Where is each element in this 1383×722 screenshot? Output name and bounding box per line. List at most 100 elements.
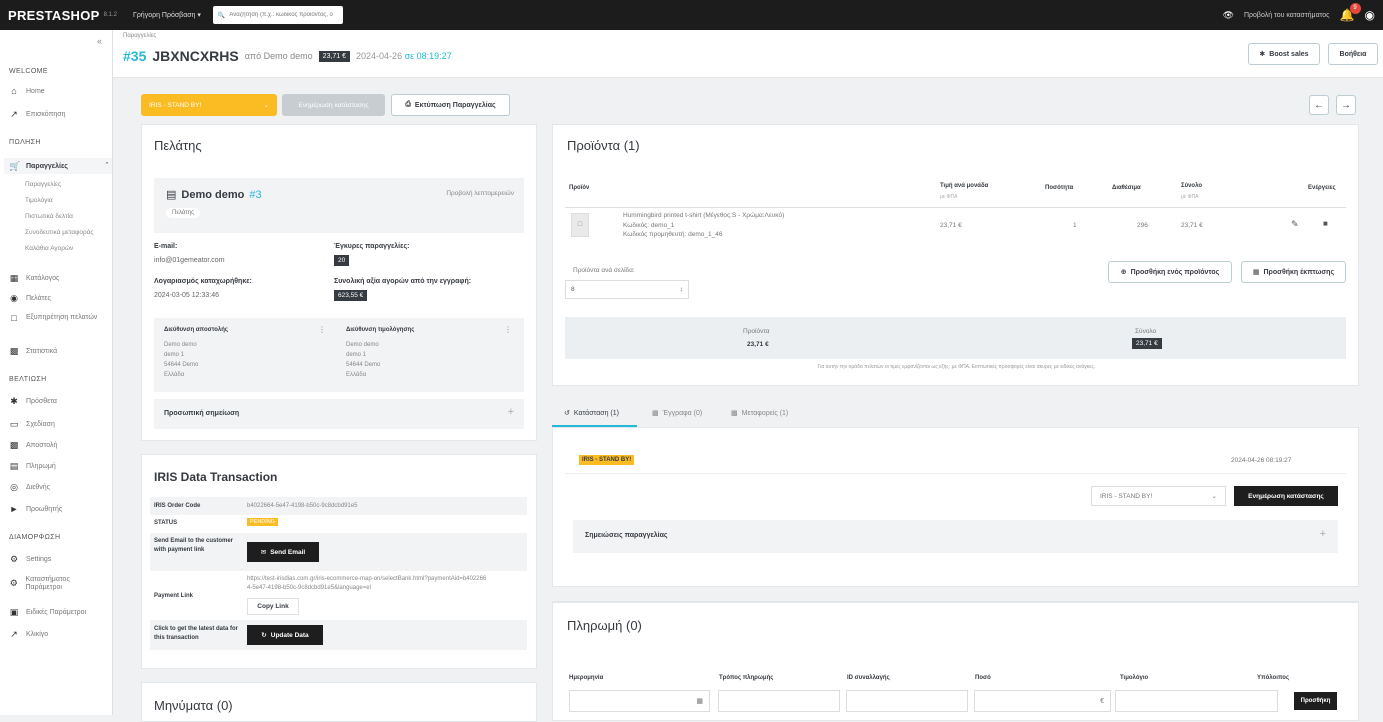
order-date-value: 2024-04-26 [356,51,403,61]
page-header: Παραγγελίες #35 JBXNCXRHS από Demo demo … [113,30,1383,78]
sidebar: « WELCOME ⌂ Home ↗ Επισκόπηση ΠΩΛΗΣΗ 🛒 Παρα… [0,30,113,715]
history-update-status-button[interactable]: Ενημέρωση κατάστασης [1234,486,1338,506]
envelope-icon: ✉ [260,549,267,556]
transaction-id-input[interactable] [846,690,968,712]
sidebar-item-orders[interactable]: 🛒 Παραγγελίες ˆ [4,158,112,174]
sidebar-subitem-orders[interactable]: Παραγγελίες [25,181,61,188]
sidebar-subitem-delivery-slips[interactable]: Συνοδευτικά μεταφοράς [25,229,94,236]
iris-payment-link[interactable]: https://test-irisdias.com.gr/iris-ecomme… [247,575,487,593]
payment-date-input[interactable]: ▦ [569,690,710,712]
sidebar-item-modules[interactable]: ✱ Πρόσθετα [9,396,57,407]
product-thumbnail[interactable]: □ [571,213,589,237]
collapse-sidebar-icon[interactable]: « [97,36,102,46]
arrow-right-icon: → [1341,99,1351,111]
iris-card: IRIS Data Transaction IRIS Order Code b4… [141,454,537,669]
sidebar-subitem-credit-slips[interactable]: Πιστωτικά δελτία [25,213,73,220]
tax-note: με ΦΠΑ [940,194,958,200]
sidebar-item-stats[interactable]: ↗ Επισκόπηση [9,109,65,120]
printer-icon: ⎙ [405,101,411,108]
iris-update-label: Click to get the latest data for this tr… [154,626,239,641]
copy-link-button[interactable]: Copy Link [247,598,299,615]
tab-status[interactable]: ↺ Κατάσταση (1) [564,409,619,418]
payment-method-input[interactable] [718,690,840,712]
sidebar-item-statistics[interactable]: ▩ Στατιστικά [9,346,57,357]
customer-email[interactable]: info@01gemeator.com [154,257,225,264]
billing-address-label: Διεύθυνση τιμολόγησης [346,327,415,333]
search-input[interactable]: 🔍 Αναζήτηση (π.χ.: κωδικός προϊόντος, ό [212,6,343,24]
voucher-icon: ▦ [1252,269,1260,276]
private-note-box[interactable]: Προσωπική σημείωση + [154,399,524,429]
store-icon: ▦ [9,273,19,283]
valid-orders-badge: 20 [334,255,350,266]
send-email-button[interactable]: ✉ Send Email [247,542,319,562]
view-shop-link[interactable]: Προβολή του καταστήματος [1244,12,1330,19]
notification-badge: 9 [1349,3,1361,14]
sidebar-item-customer-service[interactable]: □ Εξυπηρέτηση πελατών [9,313,104,323]
sidebar-item-design[interactable]: ▭ Σχεδίαση [9,419,55,430]
add-payment-button[interactable]: Προσθήκη [1294,692,1337,710]
chat-icon: □ [11,313,17,323]
breadcrumb[interactable]: Παραγγελίες [123,33,156,39]
products-card-title: Προϊόντα (1) [567,138,640,153]
print-order-button[interactable]: ⎙ Εκτύπωση Παραγγελίας [391,94,510,116]
sidebar-item-customers[interactable]: ◉ Πελάτες [9,293,51,304]
boost-sales-label: Boost sales [1269,50,1309,58]
billing-address-menu-icon[interactable]: ⋮ [504,325,512,334]
next-order-button[interactable]: → [1336,95,1356,115]
sidebar-item-settings[interactable]: ⚙ Settings [9,554,51,565]
sidebar-item-home[interactable]: ⌂ Home [9,86,44,96]
update-data-button[interactable]: ↻ Update Data [247,625,323,645]
delete-trash-icon[interactable]: ■ [1323,219,1328,228]
order-notes-box[interactable]: Σημειώσεις παραγγελίας + [573,520,1338,553]
sidebar-item-catalog[interactable]: ▦ Κατάλογος [9,273,60,284]
search-icon: 🔍 [217,12,226,19]
per-page-label: Προϊόντα ανά σελίδα: [573,267,635,274]
invoice-select[interactable] [1115,690,1278,712]
trend-icon: ↗ [10,109,18,119]
logo[interactable]: PRESTASHOP [8,8,100,23]
product-name[interactable]: Hummingbird printed t-shirt (Μέγεθος:S -… [623,211,784,221]
notifications-bell-icon[interactable]: 🔔 9 [1340,3,1361,22]
send-email-label: Send Email [270,548,306,556]
product-reference: Κωδικός: demo_1 [623,221,675,229]
total-spent-badge: 623,55 € [334,290,368,301]
tab-documents[interactable]: ▩ Έγγραφα (0) [652,409,702,418]
summary-products-value: 23,71 € [747,341,769,348]
view-customer-link[interactable]: Προβολή λεπτομερειών [446,190,514,197]
edit-pencil-icon[interactable]: ✎ [1291,219,1299,230]
sidebar-item-more[interactable]: ↗ Κλικίγο [9,629,48,640]
tab-carriers[interactable]: ▩ Μεταφορείς (1) [731,409,788,418]
help-button[interactable]: Βοήθεια [1328,43,1378,65]
plus-icon[interactable]: + [1320,528,1326,540]
tab-status-label: Κατάσταση (1) [573,409,619,417]
update-status-button[interactable]: Ενημέρωση κατάστασης [282,94,385,116]
sidebar-item-payment[interactable]: ▤ Πληρωμή [9,461,56,472]
boost-sales-button[interactable]: ✱ Boost sales [1248,43,1320,65]
sidebar-item-shop-parameters[interactable]: ⚙ Καταστήματος Παράμετροι [9,576,104,591]
sidebar-subitem-invoices[interactable]: Τιμολόγια [25,197,53,204]
sidebar-item-advanced-parameters[interactable]: ▣ Ειδικές Παράμετροι [9,607,86,618]
user-account-icon[interactable]: ◉ [1365,8,1375,22]
sidebar-item-shipping[interactable]: ▩ Αποστολή [9,440,58,451]
billing-address: Demo demo demo 1 54644 Demo Ελλάδα [346,340,380,380]
sidebar-item-label: Ειδικές Παράμετροι [26,609,87,616]
col-header-quantity: Ποσότητα [1045,185,1074,191]
shipping-address-menu-icon[interactable]: ⋮ [318,325,326,334]
address-line: Ελλάδα [346,372,367,378]
order-status-select[interactable]: IRIS - STAND BY! ⌄ [141,94,277,116]
product-total: 23,71 € [1181,222,1203,229]
add-product-button[interactable]: ⊕ Προσθήκη ενός προϊόντος [1108,261,1232,283]
add-discount-button[interactable]: ▦ Προσθήκη έκπτωσης [1241,261,1346,283]
previous-order-button[interactable]: ← [1309,95,1329,115]
quick-access-dropdown[interactable]: Γρήγορη Πρόσβαση ▾ [133,11,201,19]
sidebar-item-marketing[interactable]: ► Προωθητής [9,504,63,514]
sidebar-item-international[interactable]: ◎ Διεθνής [9,482,50,493]
per-page-select[interactable]: 8 ↕ [565,280,689,299]
sidebar-subitem-carts[interactable]: Καλάθια Αγορών [25,245,73,252]
plus-icon[interactable]: + [508,406,514,418]
order-status-value: IRIS - STAND BY! [149,101,202,109]
payment-amount-input[interactable]: € [974,690,1111,712]
history-status-select[interactable]: IRIS - STAND BY! ⌄ [1091,486,1226,506]
update-status-label: Ενημέρωση κατάστασης [298,101,369,109]
update-data-label: Update Data [270,631,309,639]
